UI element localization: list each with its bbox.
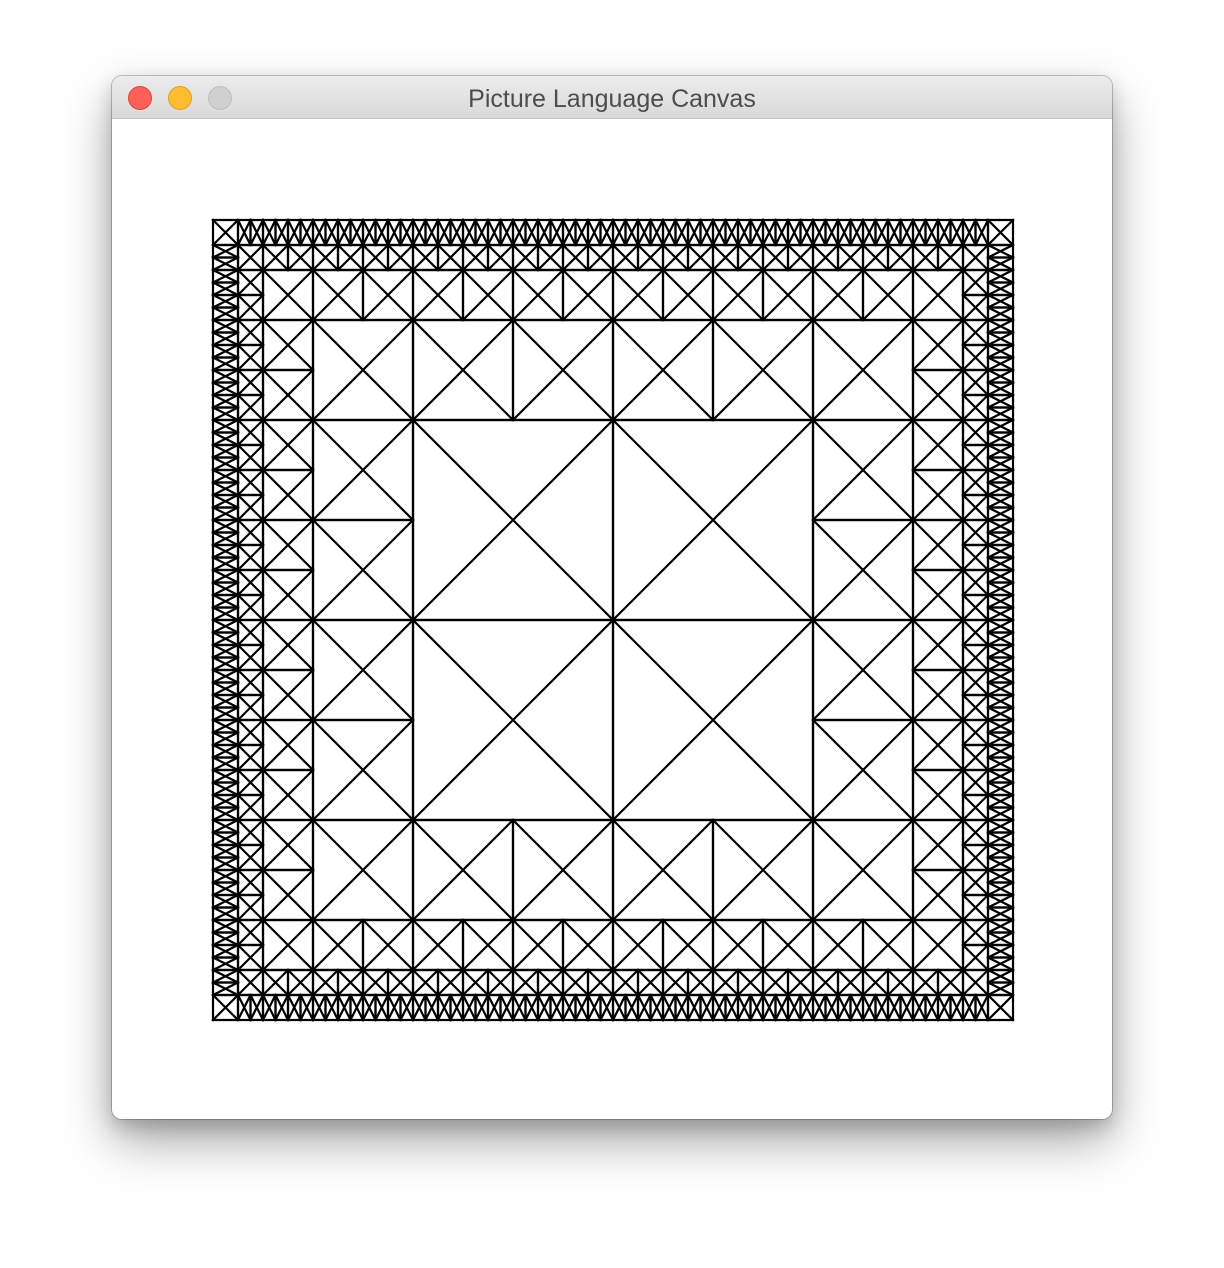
picture-canvas — [211, 218, 1015, 1022]
window-title: Picture Language Canvas — [468, 85, 756, 113]
canvas-area — [112, 120, 1112, 1119]
app-window: Picture Language Canvas — [112, 76, 1112, 1119]
title-bar[interactable]: Picture Language Canvas — [112, 76, 1112, 119]
